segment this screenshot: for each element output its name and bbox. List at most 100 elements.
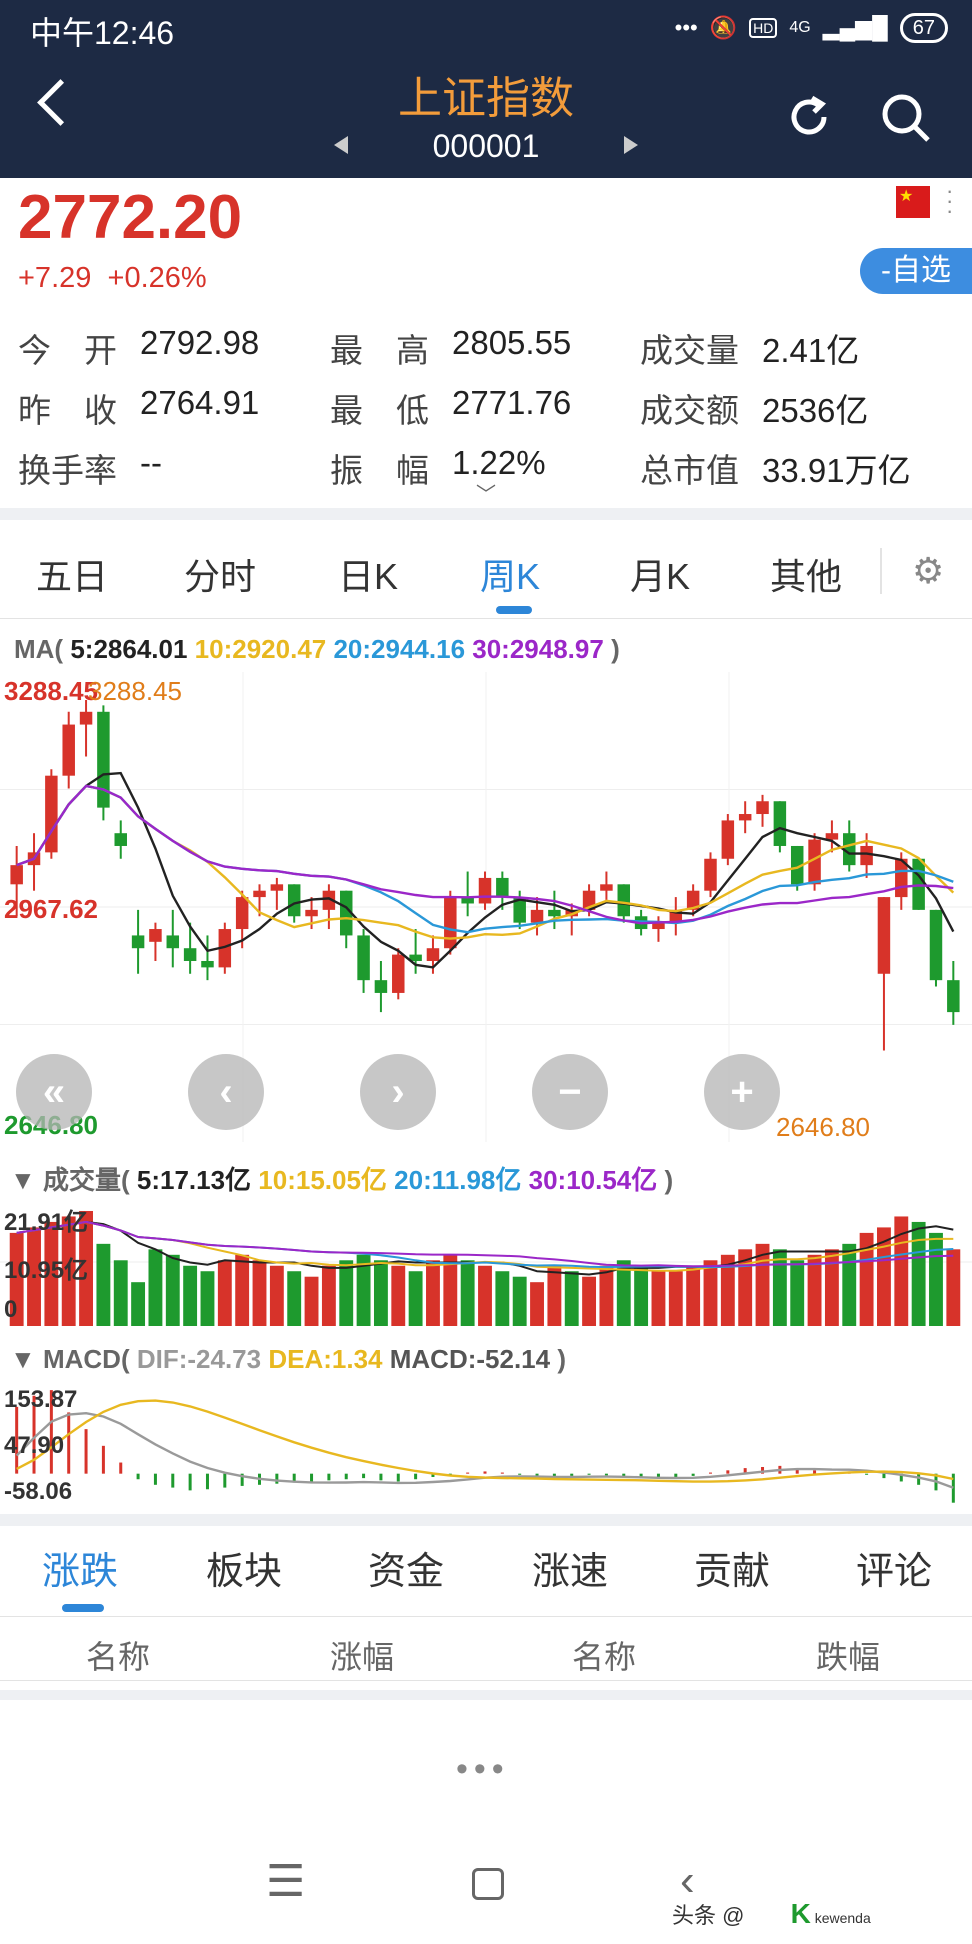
remove-watchlist-button[interactable]: -自选 xyxy=(860,248,972,294)
volume-bar xyxy=(235,1254,250,1326)
volume-bar xyxy=(634,1265,649,1326)
next-stock-icon[interactable] xyxy=(624,136,638,154)
candle-body xyxy=(756,801,769,815)
candle-body xyxy=(305,909,318,917)
tab-ranking[interactable]: 涨速 xyxy=(532,1540,608,1595)
candle-body xyxy=(235,897,249,930)
tab-ranking[interactable]: 资金 xyxy=(368,1540,444,1595)
kline-low-marker: 2646.80 xyxy=(776,1112,870,1142)
volume-bar xyxy=(790,1260,805,1326)
volume-bar xyxy=(269,1265,284,1326)
volume-bar xyxy=(703,1260,718,1326)
divider xyxy=(0,1690,972,1700)
volume-bar xyxy=(911,1221,926,1326)
macd-prefix: ▼ MACD( xyxy=(10,1344,130,1374)
watermark-logo-text: kewenda xyxy=(810,1910,871,1926)
macd-legend: ▼ MACD( DIF:-24.73 DEA:1.34 MACD:-52.14 … xyxy=(10,1344,566,1375)
macd-value: MACD:-52.14 xyxy=(389,1344,551,1374)
stat-value: 2536亿 xyxy=(762,392,869,429)
volume-chart[interactable] xyxy=(0,1198,972,1326)
scroll-start-button[interactable]: « xyxy=(16,1054,92,1130)
vol10-value: 10:15.05亿 xyxy=(258,1165,387,1195)
tab-ranking[interactable]: 贡献 xyxy=(694,1540,770,1595)
kline-chart[interactable] xyxy=(0,672,972,1142)
tab-chart-period[interactable]: 其他 xyxy=(770,548,842,600)
candle-body xyxy=(183,948,197,961)
macd-axis-mid: 47.90 xyxy=(4,1432,65,1459)
divider xyxy=(0,1680,972,1681)
divider xyxy=(0,508,972,520)
divider xyxy=(0,618,972,619)
candle-body xyxy=(62,724,75,776)
hd-icon: HD xyxy=(749,18,778,38)
gear-icon[interactable]: ⚙ xyxy=(912,550,944,592)
price-change: +7.29 +0.26% xyxy=(18,262,207,295)
candle-body xyxy=(704,858,717,891)
stat-value: -- xyxy=(140,444,162,481)
candle-body xyxy=(548,909,561,917)
volume-bar xyxy=(547,1265,562,1326)
tab-chart-period[interactable]: 五日 xyxy=(36,548,108,600)
tab-chart-period[interactable]: 月K xyxy=(630,548,690,600)
scroll-left-button[interactable]: ‹ xyxy=(188,1054,264,1130)
candle-body xyxy=(357,935,370,981)
volume-axis-zero: 0 xyxy=(4,1296,18,1323)
zoom-out-button[interactable]: − xyxy=(532,1054,608,1130)
tab-ranking[interactable]: 板块 xyxy=(206,1540,282,1595)
tab-chart-period[interactable]: 周K xyxy=(480,548,540,600)
stat-value: 2771.76 xyxy=(452,384,572,421)
kline-mid-label: 2967.62 xyxy=(4,894,98,924)
volume-bar xyxy=(287,1271,302,1326)
stat-label: 昨 收 xyxy=(18,392,117,429)
volume-bar xyxy=(148,1249,163,1326)
candle-body xyxy=(392,954,405,993)
index-price: 2772.20 xyxy=(18,183,243,252)
volume-bar xyxy=(478,1265,492,1326)
refresh-icon[interactable] xyxy=(784,92,834,142)
volume-bar xyxy=(391,1265,406,1326)
candle-body xyxy=(97,711,110,808)
volume-axis-mid: 10.95亿 xyxy=(4,1257,89,1284)
volume-bar xyxy=(599,1265,614,1326)
macd-axis-top: 153.87 xyxy=(4,1386,78,1413)
table-column-header[interactable]: 名称 xyxy=(86,1632,150,1678)
scroll-right-button[interactable]: › xyxy=(360,1054,436,1130)
chevron-down-icon[interactable]: ﹀ xyxy=(476,478,496,507)
tab-chart-period[interactable]: 日K xyxy=(338,548,398,600)
table-column-header[interactable]: 涨幅 xyxy=(330,1632,394,1678)
macd-suffix: ) xyxy=(557,1344,567,1374)
tab-ranking[interactable]: 评论 xyxy=(856,1540,932,1595)
volume-bar xyxy=(304,1276,319,1326)
candle-body xyxy=(444,897,457,949)
candle-body xyxy=(947,980,960,1013)
zoom-in-button[interactable]: + xyxy=(704,1054,780,1130)
candle-body xyxy=(114,833,127,846)
macd-chart[interactable] xyxy=(0,1382,972,1512)
divider xyxy=(0,1616,972,1617)
candle-body xyxy=(79,711,93,725)
search-icon[interactable] xyxy=(878,90,934,146)
vol30-value: 30:10.54亿 xyxy=(528,1165,658,1195)
candle-body xyxy=(131,935,145,949)
tab-ranking[interactable]: 涨跌 xyxy=(42,1540,118,1595)
stat-value: 2.41亿 xyxy=(762,332,860,369)
more-vertical-icon[interactable]: · · · xyxy=(946,180,953,222)
home-icon[interactable] xyxy=(472,1868,504,1900)
menu-icon[interactable]: ☰ xyxy=(266,1856,305,1907)
volume-suffix: ) xyxy=(664,1165,674,1195)
volume-bar xyxy=(929,1232,943,1326)
status-icons: ••• 🔕 HD 4G ▂▄▆█ 67 xyxy=(675,10,948,46)
candle-body xyxy=(721,820,735,859)
volume-bar xyxy=(165,1254,180,1326)
volume-bar xyxy=(460,1260,475,1326)
tab-chart-period[interactable]: 分时 xyxy=(184,548,256,600)
table-column-header[interactable]: 名称 xyxy=(572,1632,636,1678)
volume-bar xyxy=(530,1282,544,1326)
volume-bar xyxy=(183,1265,198,1326)
volume-axis-top: 21.91亿 xyxy=(4,1209,89,1236)
kline-high-marker: 3288.45 xyxy=(88,676,182,706)
volume-bar xyxy=(686,1265,701,1326)
volume-bar xyxy=(321,1265,336,1326)
vol5-value: 5:17.13亿 xyxy=(136,1165,252,1195)
table-column-header[interactable]: 跌幅 xyxy=(816,1632,880,1678)
